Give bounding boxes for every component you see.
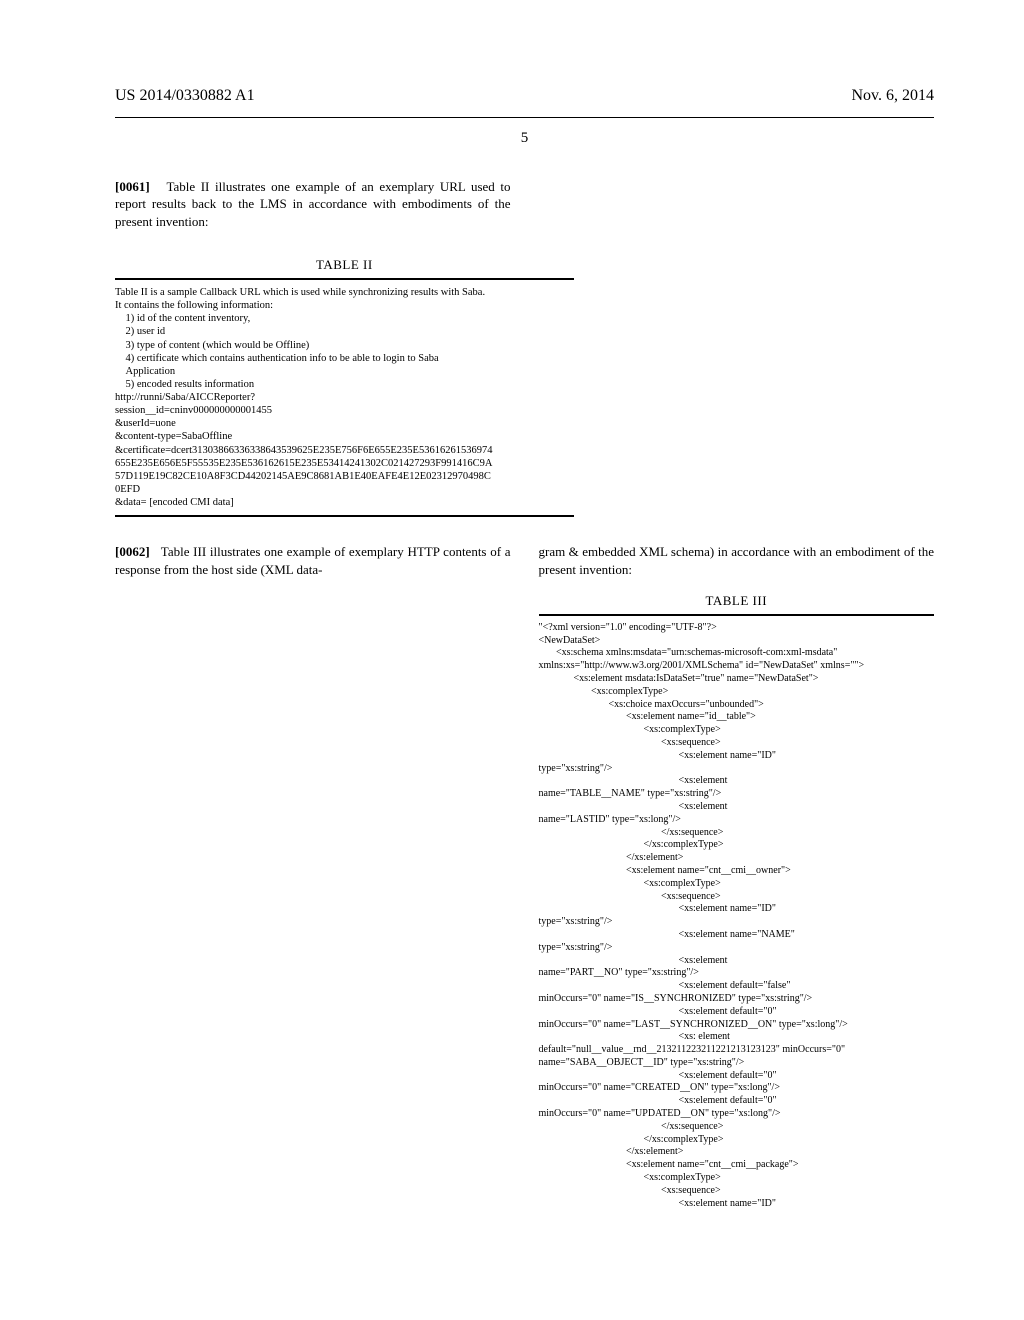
para-num-62: [0062] xyxy=(115,544,150,559)
publication-number: US 2014/0330882 A1 xyxy=(115,85,255,107)
para-num-61: [0061] xyxy=(115,179,150,194)
header-rule xyxy=(115,117,934,118)
paragraph-62-right: gram & embedded XML schema) in accordanc… xyxy=(539,543,935,578)
paragraph-62-left: [0062] Table III illustrates one example… xyxy=(115,543,511,578)
table-3-title: TABLE III xyxy=(539,592,935,610)
table-3-body: "<?xml version="1.0" encoding="UTF-8"?> … xyxy=(539,616,935,1211)
publication-date: Nov. 6, 2014 xyxy=(851,85,934,107)
para-text-61: Table II illustrates one example of an e… xyxy=(115,179,511,229)
para-text-62: Table III illustrates one example of exe… xyxy=(115,544,511,577)
page-number: 5 xyxy=(115,128,934,148)
table-2-body: Table II is a sample Callback URL which … xyxy=(115,280,574,515)
table-2-title: TABLE II xyxy=(115,256,574,274)
paragraph-61: [0061] Table II illustrates one example … xyxy=(115,178,511,231)
